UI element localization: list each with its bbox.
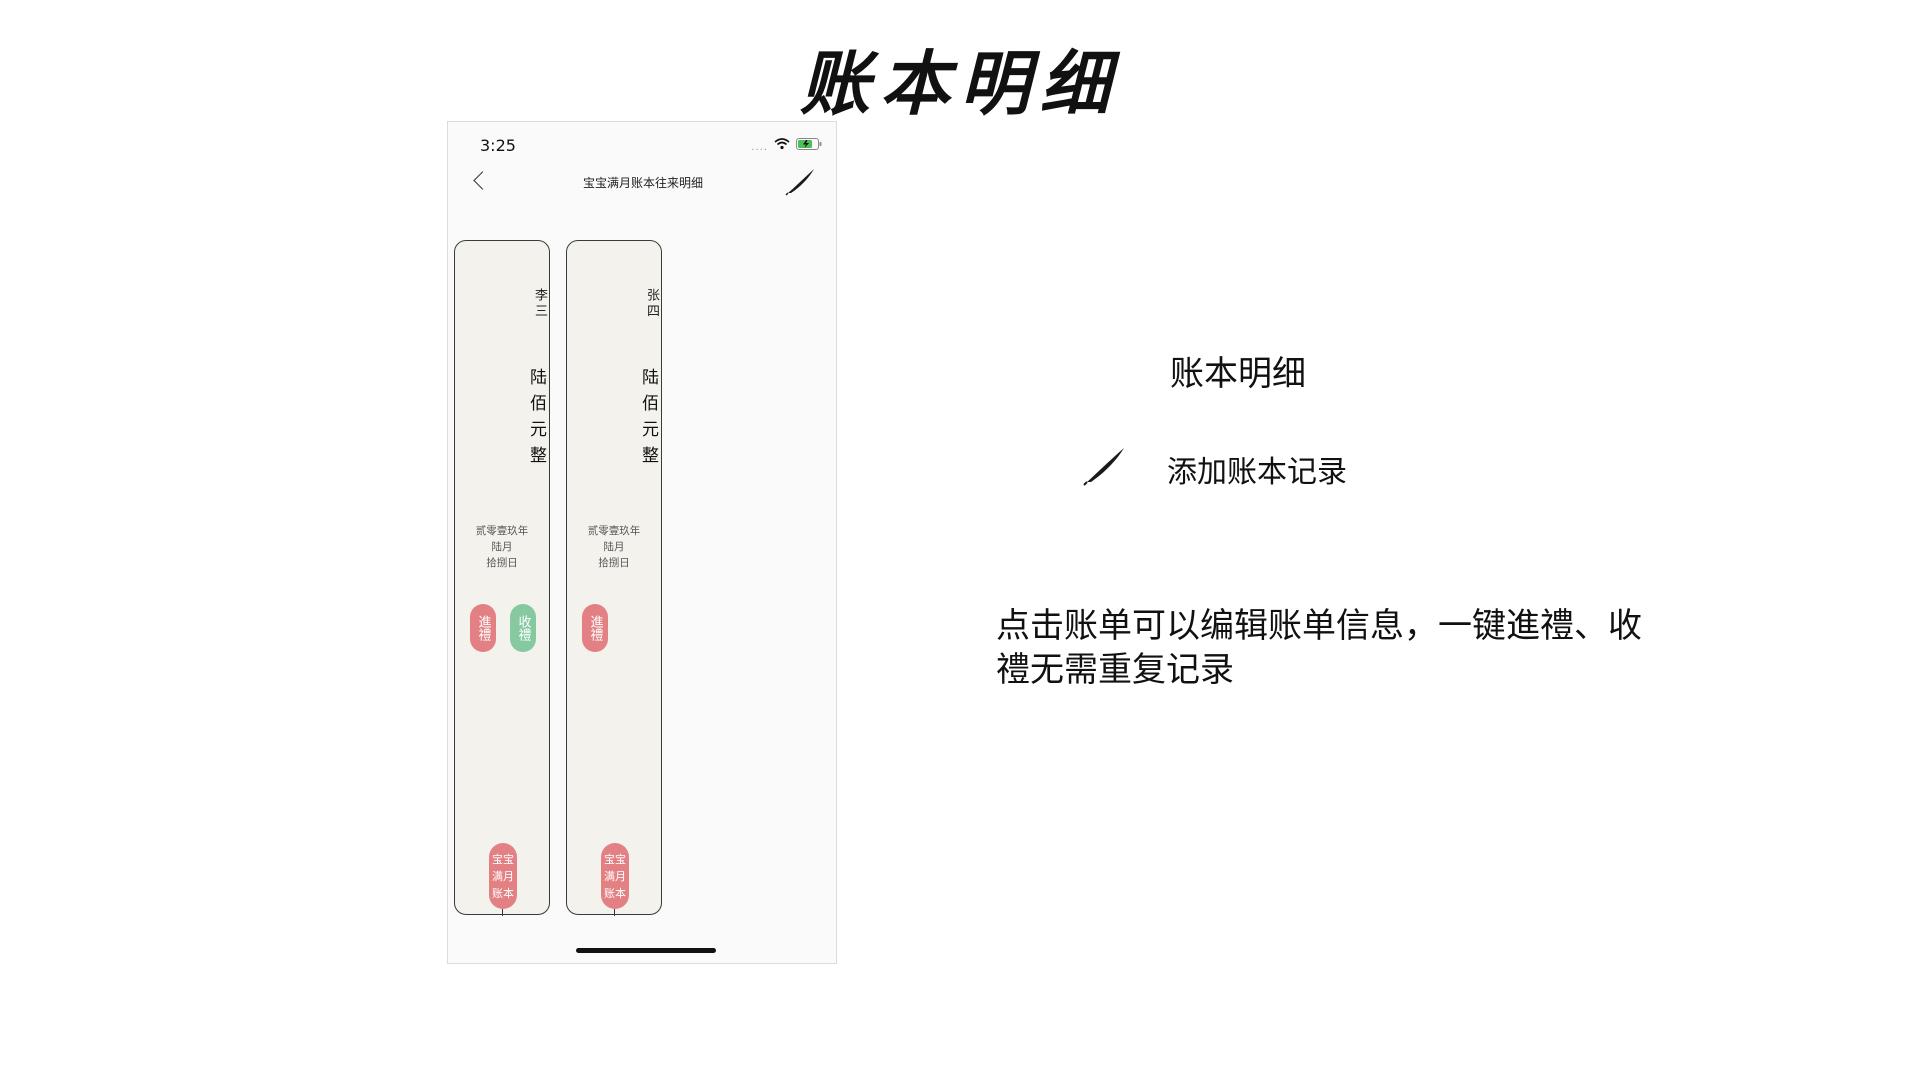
ledger-tag-line: 宝宝	[604, 852, 626, 866]
phone-screen: 3:25 .... 宝宝满月账本往来明细 李三 陆佰元整 贰零壹玖年 陆月 拾捌…	[447, 121, 837, 964]
card-name: 张四	[644, 288, 659, 320]
feature-description: 点击账单可以编辑账单信息，一键進禮、收禮无需重复记录	[996, 606, 1642, 690]
ledger-name-tag: 宝宝 满月 账本	[489, 843, 517, 909]
slide-title: 账本明细	[800, 42, 1120, 125]
date-day: 拾捌日	[598, 557, 630, 569]
tag-string	[502, 909, 503, 916]
tag-string	[614, 909, 615, 916]
card-name: 李三	[532, 288, 547, 320]
date-year: 贰零壹玖年	[475, 525, 529, 537]
ledger-card[interactable]: 李三 陆佰元整 贰零壹玖年 陆月 拾捌日 進禮 收禮 宝宝 满月 账本	[454, 240, 550, 916]
date-month: 陆月	[491, 541, 513, 553]
ledger-tag-line: 满月	[492, 869, 514, 883]
battery-icon	[796, 138, 822, 150]
card-amount: 陆佰元整	[638, 368, 658, 472]
legend-add-label: 添加账本记录	[1167, 455, 1347, 490]
ledger-card[interactable]: 张四 陆佰元整 贰零壹玖年 陆月 拾捌日 進禮 宝宝 满月 账本	[566, 240, 662, 916]
signal-dots: ....	[751, 142, 768, 153]
wifi-icon	[774, 138, 790, 150]
receive-gift-tag[interactable]: 收禮	[510, 604, 536, 652]
ledger-tag-line: 账本	[492, 886, 514, 900]
card-date: 贰零壹玖年 陆月 拾捌日	[455, 523, 549, 571]
give-gift-tag[interactable]: 進禮	[582, 604, 608, 652]
brush-icon[interactable]	[784, 166, 818, 196]
nav-title: 宝宝满月账本往来明细	[582, 176, 703, 190]
brush-icon	[1083, 448, 1124, 486]
card-date: 贰零壹玖年 陆月 拾捌日	[567, 523, 661, 571]
ledger-name-tag: 宝宝 满月 账本	[601, 843, 629, 909]
ledger-tag-line: 账本	[604, 886, 626, 900]
status-time: 3:25	[480, 136, 516, 155]
give-gift-tag[interactable]: 進禮	[470, 604, 496, 652]
legend-title: 账本明细	[1170, 354, 1306, 394]
ledger-tag-line: 满月	[604, 869, 626, 883]
date-month: 陆月	[603, 541, 625, 553]
date-day: 拾捌日	[486, 557, 518, 569]
ledger-tag-line: 宝宝	[492, 852, 514, 866]
date-year: 贰零壹玖年	[587, 525, 641, 537]
home-indicator[interactable]	[576, 948, 716, 953]
card-amount: 陆佰元整	[526, 368, 546, 472]
